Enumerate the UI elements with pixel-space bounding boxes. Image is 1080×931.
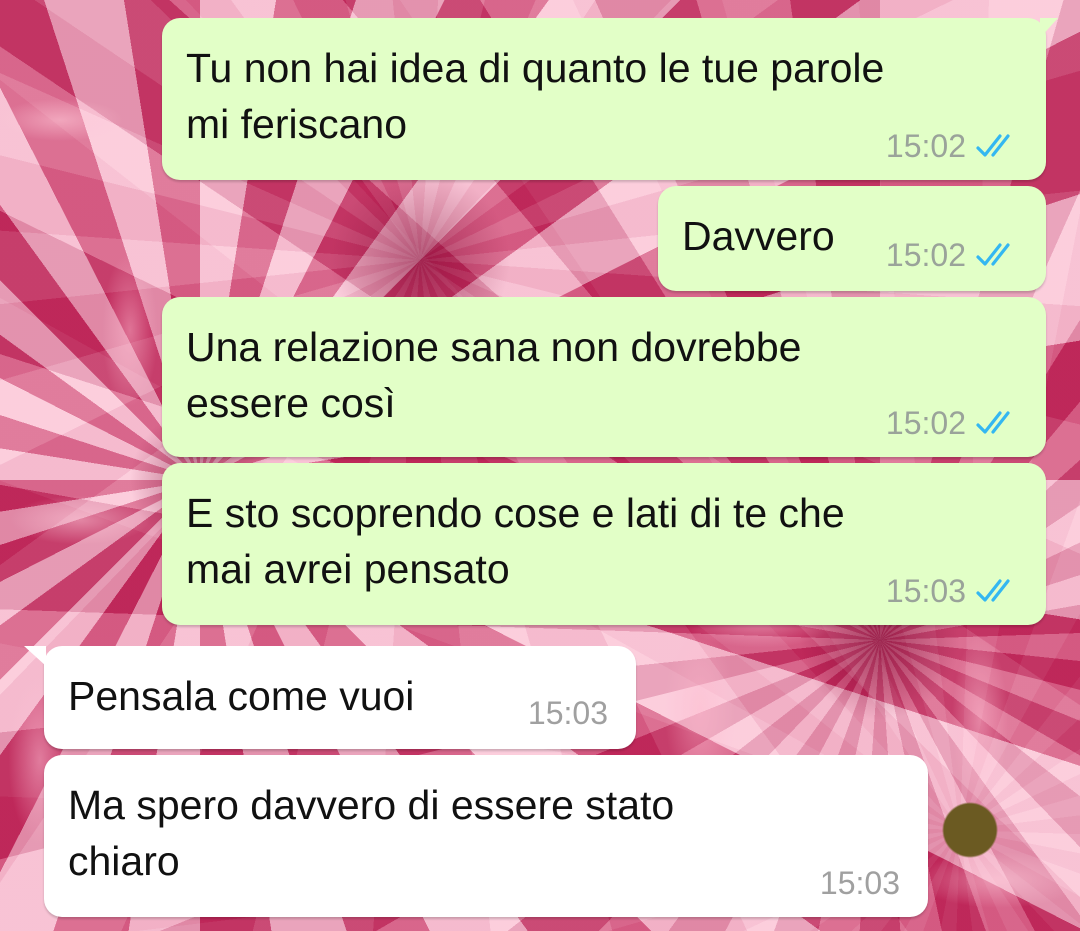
message-timestamp: 15:02 <box>885 128 966 164</box>
message-line: mi feriscano <box>186 101 408 147</box>
outgoing-message[interactable]: Tu non hai idea di quanto le tue parole … <box>162 18 1058 180</box>
incoming-message[interactable]: Ma spero davvero di essere stato chiaro … <box>44 755 928 917</box>
message-text: Pensala come vuoi <box>68 668 414 724</box>
message-timestamp: 15:03 <box>885 573 966 609</box>
double-check-read-icon <box>976 243 1010 266</box>
message-line: Pensala come vuoi <box>68 673 415 719</box>
message-meta: 15:03 <box>886 573 1020 609</box>
message-text: Ma spero davvero di essere stato chiaro <box>68 777 674 889</box>
message-line: E sto scoprendo cose e lati di te che <box>186 490 845 536</box>
double-check-read-icon <box>976 411 1010 434</box>
double-check-read-icon <box>976 134 1010 157</box>
message-text: Davvero <box>682 208 835 264</box>
message-timestamp: 15:02 <box>885 405 966 441</box>
message-text: Tu non hai idea di quanto le tue parole … <box>186 40 884 152</box>
message-meta: 15:02 <box>886 405 1020 441</box>
message-timestamp: 15:03 <box>527 695 608 731</box>
outgoing-message[interactable]: Davvero 15:02 <box>658 186 1046 291</box>
message-line: Davvero <box>682 213 835 259</box>
message-text: E sto scoprendo cose e lati di te che ma… <box>186 485 845 597</box>
message-text: Una relazione sana non dovrebbe essere c… <box>186 319 801 431</box>
message-line: essere così <box>186 380 396 426</box>
message-meta: 15:02 <box>886 128 1020 164</box>
incoming-message[interactable]: Pensala come vuoi 15:03 <box>24 646 636 749</box>
message-line: Una relazione sana non dovrebbe <box>186 324 802 370</box>
message-meta: 15:03 <box>820 865 900 901</box>
message-timestamp: 15:03 <box>819 865 900 901</box>
outgoing-message[interactable]: E sto scoprendo cose e lati di te che ma… <box>162 463 1046 625</box>
message-timestamp: 15:02 <box>885 237 966 273</box>
chat-conversation: Tu non hai idea di quanto le tue parole … <box>0 0 1080 931</box>
double-check-read-icon <box>976 579 1010 602</box>
message-line: Tu non hai idea di quanto le tue parole <box>186 45 885 91</box>
message-line: mai avrei pensato <box>186 546 510 592</box>
outgoing-message[interactable]: Una relazione sana non dovrebbe essere c… <box>162 297 1046 457</box>
message-line: chiaro <box>68 838 180 884</box>
message-line: Ma spero davvero di essere stato <box>68 782 675 828</box>
message-meta: 15:02 <box>886 237 1020 273</box>
message-meta: 15:03 <box>528 695 608 731</box>
